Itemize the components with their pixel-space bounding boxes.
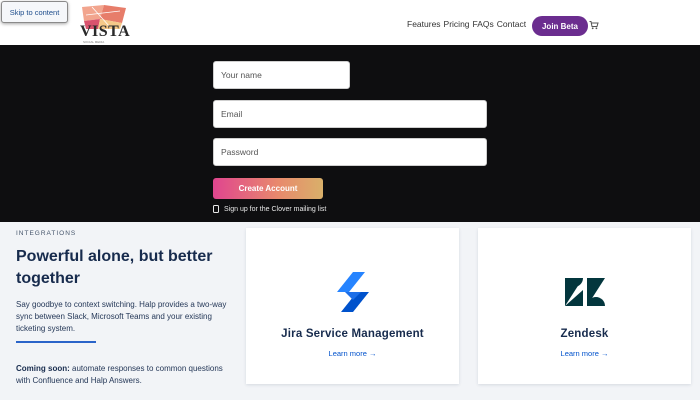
skip-to-content-link[interactable]: Skip to content — [1, 1, 68, 23]
coming-soon-label: Coming soon: — [16, 364, 70, 373]
zendesk-card-title: Zendesk — [560, 328, 609, 340]
coming-soon-note: Coming soon: automate responses to commo… — [16, 363, 236, 387]
site-header: Skip to content VISTA SOCIAL MEDIA Featu… — [0, 0, 700, 45]
join-beta-button[interactable]: Join Beta — [532, 16, 588, 36]
accent-divider — [16, 341, 96, 343]
zendesk-learn-more-link[interactable]: Learn more → — [478, 349, 691, 358]
email-field[interactable]: Email — [213, 100, 487, 128]
mailing-list-label: Sign up for the Clover mailing list — [224, 205, 327, 213]
password-field-placeholder: Password — [221, 147, 259, 157]
jira-icon — [336, 272, 369, 312]
section-headline: Powerful alone, but better together — [16, 248, 213, 287]
main-nav: Features Pricing FAQs Contact — [407, 19, 526, 29]
jira-learn-more-link[interactable]: Learn more → — [246, 349, 459, 358]
integration-card-jira[interactable]: Jira Service Management Learn more → — [246, 228, 459, 384]
mailing-list-option[interactable]: Sign up for the Clover mailing list — [213, 205, 326, 213]
section-eyebrow: INTEGRATIONS — [16, 230, 77, 237]
password-field[interactable]: Password — [213, 138, 487, 166]
create-account-button[interactable]: Create Account — [213, 178, 323, 199]
page: Skip to content VISTA SOCIAL MEDIA Featu… — [0, 0, 700, 400]
nav-item-contact[interactable]: Contact — [497, 19, 526, 29]
integration-card-zendesk[interactable]: Zendesk Learn more → — [478, 228, 691, 384]
jira-card-title: Jira Service Management — [281, 328, 424, 340]
integrations-section: INTEGRATIONS Powerful alone, but better … — [0, 222, 700, 400]
name-field[interactable]: Your name — [213, 61, 350, 89]
site-logo[interactable]: VISTA SOCIAL MEDIA — [80, 5, 131, 45]
nav-item-faqs[interactable]: FAQs — [473, 19, 494, 29]
email-field-placeholder: Email — [221, 109, 243, 119]
section-description: Say goodbye to context switching. Halp p… — [16, 300, 227, 333]
mailing-list-checkbox[interactable] — [213, 205, 219, 213]
zendesk-icon — [564, 278, 605, 306]
logo-tagline: SOCIAL MEDIA — [83, 40, 105, 44]
cart-icon[interactable] — [589, 20, 599, 30]
name-field-placeholder: Your name — [221, 70, 262, 80]
logo-wordmark: VISTA — [80, 23, 131, 40]
nav-item-features[interactable]: Features — [407, 19, 441, 29]
nav-item-pricing[interactable]: Pricing — [444, 19, 470, 29]
signup-section: Your name Email Password Create Account … — [0, 45, 700, 222]
